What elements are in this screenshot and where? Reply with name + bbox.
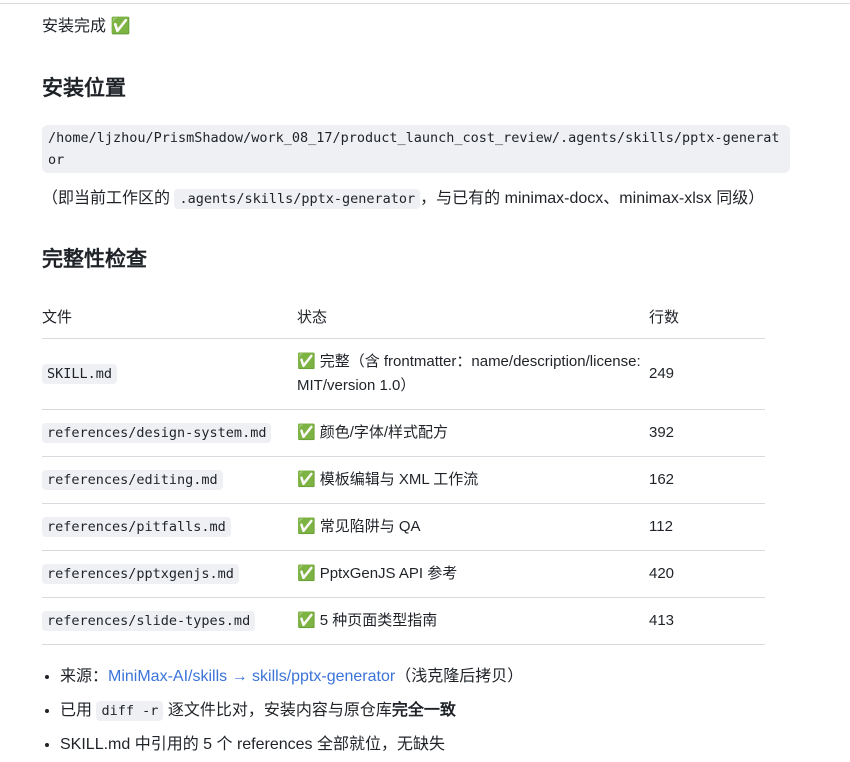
file-cell: references/editing.md: [42, 456, 297, 504]
table-row: references/pitfalls.md ✅ 常见陷阱与 QA 112: [42, 503, 765, 551]
install-status-text: 安装完成: [42, 18, 107, 35]
status-cell: ✅ 颜色/字体/样式配方: [297, 409, 649, 457]
diff-prefix: 已用: [60, 702, 93, 719]
diff-command-code: diff -r: [96, 701, 164, 721]
diff-result: 完全一致: [391, 702, 456, 719]
location-note-code: .agents/skills/pptx-generator: [174, 189, 421, 209]
check-icon: ✅: [297, 565, 316, 582]
lines-cell: 112: [649, 503, 765, 551]
status-cell: ✅ 模板编辑与 XML 工作流: [297, 456, 649, 504]
check-icon: ✅: [297, 518, 316, 535]
file-name: references/pitfalls.md: [42, 517, 231, 537]
table-row: references/slide-types.md ✅ 5 种页面类型指南 413: [42, 597, 765, 645]
file-cell: references/pptxgenjs.md: [42, 550, 297, 598]
status-cell: ✅ 常见陷阱与 QA: [297, 503, 649, 551]
location-note: （即当前工作区的 .agents/skills/pptx-generator ，与…: [42, 187, 764, 211]
integrity-table: 文件 状态 行数 SKILL.md ✅ 完整（含 frontmatter：name…: [42, 294, 765, 645]
lines-cell: 420: [649, 550, 765, 598]
source-label: 来源：: [60, 668, 109, 685]
list-item: 来源：MiniMax-AI/skills → skills/pptx-gener…: [60, 660, 523, 694]
lines-cell: 249: [649, 338, 765, 410]
status-text: 模板编辑与 XML 工作流: [319, 471, 479, 488]
install-status: 安装完成 ✅: [42, 16, 130, 38]
list-item: SKILL.md 中引用的 5 个 references 全部就位，无缺失: [60, 728, 523, 762]
status-text: 完整（含 frontmatter：name/description/licens…: [297, 353, 641, 394]
file-name: references/design-system.md: [42, 423, 272, 443]
location-note-prefix: （即当前工作区的: [42, 190, 171, 207]
file-cell: SKILL.md: [42, 338, 297, 410]
status-text: 5 种页面类型指南: [319, 612, 438, 629]
status-cell: ✅ 5 种页面类型指南: [297, 597, 649, 645]
source-suffix: （浅克隆后拷贝）: [395, 668, 524, 685]
install-location-heading: 安装位置: [42, 77, 126, 100]
check-icon: ✅: [297, 424, 316, 441]
source-link[interactable]: MiniMax-AI/skills → skills/pptx-generato…: [108, 668, 395, 685]
check-icon: ✅: [110, 18, 131, 35]
top-divider: [0, 3, 850, 4]
file-cell: references/slide-types.md: [42, 597, 297, 645]
file-name: references/slide-types.md: [42, 611, 256, 631]
check-icon: ✅: [297, 471, 316, 488]
status-cell: ✅ 完整（含 frontmatter：name/description/licen…: [297, 338, 649, 410]
lines-cell: 413: [649, 597, 765, 645]
check-icon: ✅: [297, 612, 316, 629]
table-header-row: 文件 状态 行数: [42, 294, 765, 339]
integrity-check-heading: 完整性检查: [42, 248, 147, 271]
lines-cell: 162: [649, 456, 765, 504]
table-row: SKILL.md ✅ 完整（含 frontmatter：name/descript…: [42, 338, 765, 410]
file-cell: references/design-system.md: [42, 409, 297, 457]
status-text: 常见陷阱与 QA: [319, 518, 421, 535]
table-row: references/editing.md ✅ 模板编辑与 XML 工作流 162: [42, 456, 765, 504]
column-header-file: 文件: [42, 294, 297, 339]
file-name: SKILL.md: [42, 364, 118, 384]
status-text: 颜色/字体/样式配方: [319, 424, 449, 441]
status-cell: ✅ PptxGenJS API 参考: [297, 550, 649, 598]
references-status: SKILL.md 中引用的 5 个 references 全部就位，无缺失: [60, 736, 445, 753]
location-note-suffix: ，与已有的 minimax-docx、minimax-xlsx 同级）: [420, 190, 765, 207]
table-row: references/design-system.md ✅ 颜色/字体/样式配方 …: [42, 409, 765, 457]
diff-mid: 逐文件比对，安装内容与原仓库: [167, 702, 392, 719]
lines-cell: 392: [649, 409, 765, 457]
list-item: 已用 diff -r 逐文件比对，安装内容与原仓库完全一致: [60, 694, 523, 728]
file-cell: references/pitfalls.md: [42, 503, 297, 551]
status-text: PptxGenJS API 参考: [319, 565, 458, 582]
file-name: references/editing.md: [42, 470, 223, 490]
check-icon: ✅: [297, 353, 316, 370]
summary-list: 来源：MiniMax-AI/skills → skills/pptx-gener…: [42, 660, 523, 762]
column-header-status: 状态: [297, 294, 649, 339]
table-row: references/pptxgenjs.md ✅ PptxGenJS API 参…: [42, 550, 765, 598]
column-header-lines: 行数: [649, 294, 765, 339]
install-path-code[interactable]: /home/ljzhou/PrismShadow/work_08_17/prod…: [42, 125, 790, 173]
file-name: references/pptxgenjs.md: [42, 564, 239, 584]
